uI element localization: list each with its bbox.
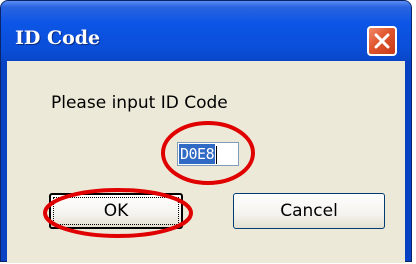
text-caret bbox=[216, 146, 218, 165]
id-code-input[interactable]: D0E8 bbox=[177, 142, 239, 166]
close-icon bbox=[374, 33, 390, 49]
prompt-label: Please input ID Code bbox=[51, 93, 228, 113]
close-button[interactable] bbox=[367, 26, 397, 56]
ok-label: OK bbox=[53, 197, 179, 225]
dialog-body: Please input ID Code D0E8 OK Cancel bbox=[7, 61, 405, 263]
title-bar[interactable]: ID Code bbox=[1, 1, 411, 61]
ok-button[interactable]: OK bbox=[49, 193, 183, 229]
dialog-title: ID Code bbox=[15, 27, 101, 49]
id-code-dialog: ID Code Please input ID Code D0E8 OK Can… bbox=[0, 0, 412, 263]
id-code-value: D0E8 bbox=[179, 144, 216, 164]
cancel-button[interactable]: Cancel bbox=[233, 193, 385, 229]
